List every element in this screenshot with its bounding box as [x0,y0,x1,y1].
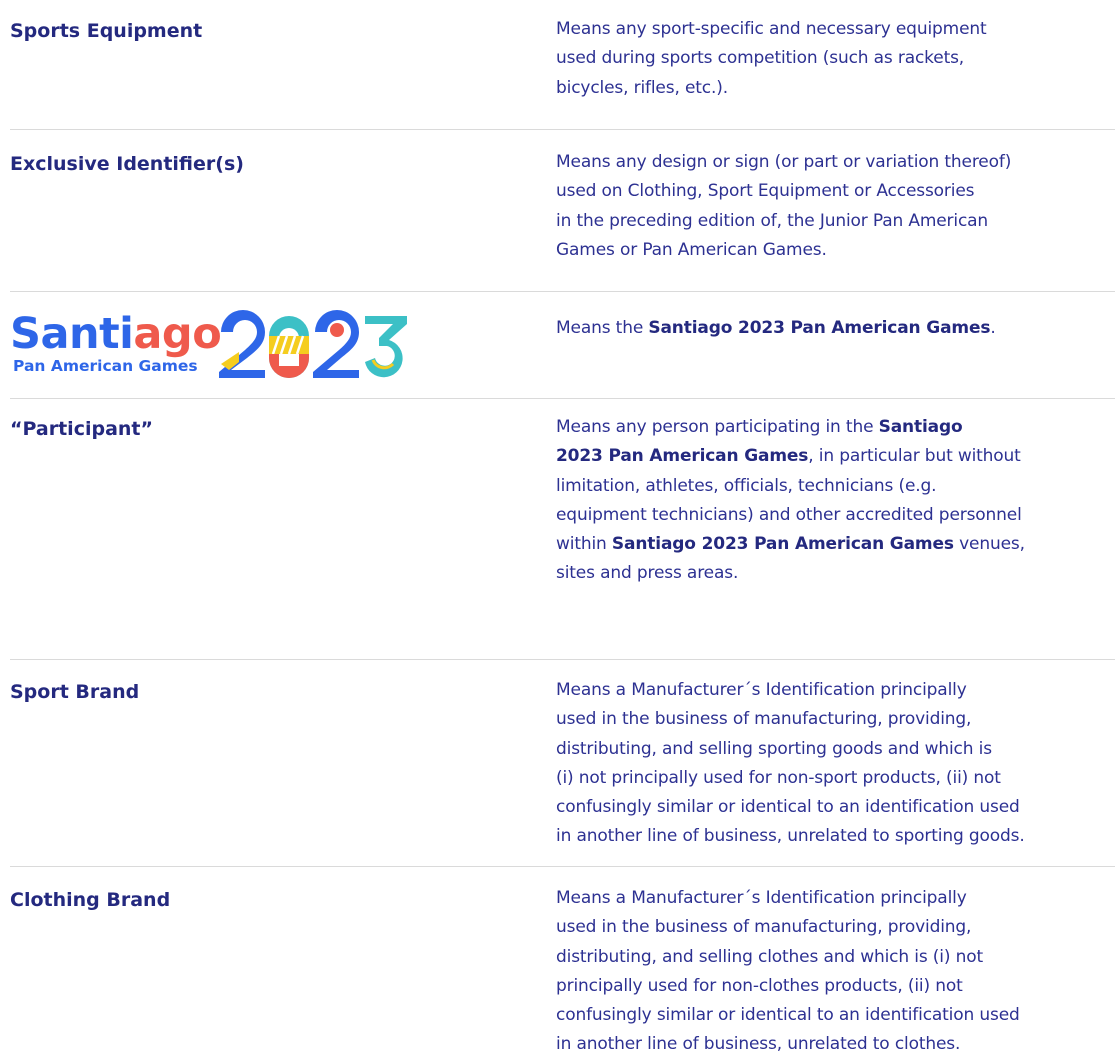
definition-line: Means any design or sign (or part or var… [556,152,1012,172]
definition-line: distributing, and selling sporting goods… [556,738,992,759]
definition-line: Means a Manufacturer´s Identification pr… [556,888,967,908]
definition-line: bicycles, rifles, etc.). [556,77,728,98]
definition-line: in another line of business, unrelated t… [556,1034,961,1055]
definition-exclusive-identifiers: Means any design or sign (or part or var… [556,148,1115,291]
definition-line: Means any sport-specific and necessary e… [556,19,987,39]
definition-row-exclusive-identifiers: Exclusive Identifier(s) Means any design… [10,130,1115,292]
definition-line: Means any person participating in the Sa… [556,417,963,437]
definition-row-santiago-2023: Santiago Pan American Games Means the Sa… [10,292,1115,399]
logo-2023-graphic [219,310,407,378]
term-sports-equipment: Sports Equipment [10,20,203,42]
definition-sport-brand: Means a Manufacturer´s Identification pr… [556,676,1115,866]
definition-santiago-2023: Means the Santiago 2023 Pan American Gam… [556,310,1115,398]
definition-line: used in the business of manufacturing, p… [556,917,972,938]
definition-clothing-brand: Means a Manufacturer´s Identification pr… [556,884,1115,1061]
definition-line: confusingly similar or identical to an i… [556,1005,1020,1026]
santiago-2023-logo: Santiago Pan American Games [10,310,556,398]
definition-line: limitation, athletes, officials, technic… [556,475,937,496]
definition-line: used during sports competition (such as … [556,48,965,69]
definition-line: distributing, and selling clothes and wh… [556,946,983,967]
definition-line: within Santiago 2023 Pan American Games … [556,534,1025,555]
term-clothing-brand: Clothing Brand [10,889,171,911]
definition-line: sites and press areas. [556,563,739,584]
definition-line: 2023 Pan American Games, in particular b… [556,446,1021,467]
definition-line: principally used for non-clothes product… [556,975,963,996]
logo-santiago-text: Santiago [10,309,222,359]
definition-sports-equipment: Means any sport-specific and necessary e… [556,15,1115,129]
logo-wordmark: Santiago Pan American Games [10,310,410,380]
definition-row-sport-brand: Sport Brand Means a Manufacturer´s Ident… [10,660,1115,867]
logo-subtitle: Pan American Games [13,357,198,375]
term-participant: “Participant” [10,418,153,440]
definition-line: Means the Santiago 2023 Pan American Gam… [556,318,996,338]
definition-row-sports-equipment: Sports Equipment Means any sport-specifi… [10,0,1115,130]
definition-line: Games or Pan American Games. [556,239,827,260]
definition-line: in another line of business, unrelated t… [556,826,1025,847]
definition-row-clothing-brand: Clothing Brand Means a Manufacturer´s Id… [10,867,1115,1061]
definition-line: confusingly similar or identical to an i… [556,797,1020,818]
definition-line: in the preceding edition of, the Junior … [556,210,989,231]
definition-line: used in the business of manufacturing, p… [556,709,972,730]
term-exclusive-identifiers: Exclusive Identifier(s) [10,153,244,175]
definition-row-participant: “Participant” Means any person participa… [10,399,1115,660]
definition-line: (i) not principally used for non-sport p… [556,767,1001,788]
definitions-table: Sports Equipment Means any sport-specifi… [10,0,1115,1061]
definition-participant: Means any person participating in the Sa… [556,413,1115,659]
term-sport-brand: Sport Brand [10,681,140,703]
definition-line: equipment technicians) and other accredi… [556,504,1022,525]
definition-line: used on Clothing, Sport Equipment or Acc… [556,181,975,202]
definition-line: Means a Manufacturer´s Identification pr… [556,680,967,700]
